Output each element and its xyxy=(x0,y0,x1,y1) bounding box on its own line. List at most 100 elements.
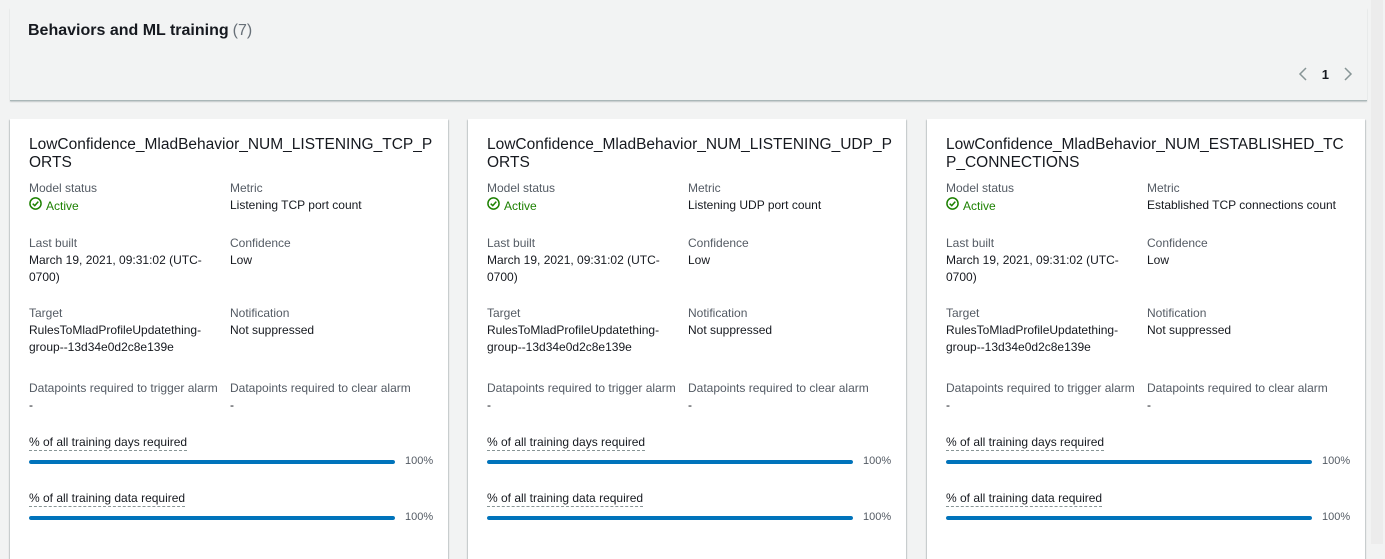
training-days-percent: 100% xyxy=(1322,455,1351,467)
datapoints-clear-value: - xyxy=(688,398,692,412)
training-data-progress xyxy=(487,516,853,520)
datapoints-clear-label: Datapoints required to clear alarm xyxy=(688,381,869,395)
last-built-value: March 19, 2021, 09:31:02 (UTC-0700) xyxy=(487,253,660,284)
training-data-progress-fill xyxy=(946,516,1312,520)
training-data-label[interactable]: % of all training data required xyxy=(29,491,186,507)
last-built-value: March 19, 2021, 09:31:02 (UTC-0700) xyxy=(946,253,1119,284)
datapoints-clear-value: - xyxy=(1147,398,1151,412)
target-label: Target xyxy=(29,306,63,320)
training-days-percent: 100% xyxy=(863,455,892,467)
check-circle-icon xyxy=(487,197,500,215)
section-count: (7) xyxy=(232,22,253,39)
training-days-progress-fill xyxy=(487,460,853,464)
scrollbar-thumb[interactable] xyxy=(1371,0,1383,544)
notification-label: Notification xyxy=(1147,306,1207,320)
model-status-field: Model status Active xyxy=(487,180,555,215)
behavior-card: LowConfidence_MladBehavior_NUM_ESTABLISH… xyxy=(927,119,1365,559)
notification-label: Notification xyxy=(688,306,748,320)
status-text: Active xyxy=(46,198,79,213)
datapoints-clear-field: Datapoints required to clear alarm - xyxy=(688,380,869,414)
training-days-progress-fill xyxy=(29,460,395,464)
training-days-label[interactable]: % of all training days required xyxy=(487,435,646,451)
target-field: Target RulesToMladProfileUpdatething-gro… xyxy=(29,305,225,356)
metric-label: Metric xyxy=(1147,181,1180,195)
confidence-label: Confidence xyxy=(1147,236,1208,250)
last-built-field: Last built March 19, 2021, 09:31:02 (UTC… xyxy=(29,235,219,286)
model-status-field: Model status Active xyxy=(29,180,97,215)
training-data-percent: 100% xyxy=(1322,511,1351,523)
section-title: Behaviors and ML training (7) xyxy=(28,22,252,40)
status-badge: Active xyxy=(29,197,97,215)
datapoints-trigger-label: Datapoints required to trigger alarm xyxy=(487,381,676,395)
datapoints-trigger-label: Datapoints required to trigger alarm xyxy=(946,381,1135,395)
last-built-field: Last built March 19, 2021, 09:31:02 (UTC… xyxy=(487,235,677,286)
notification-field: Notification Not suppressed xyxy=(688,305,772,339)
notification-value: Not suppressed xyxy=(1147,323,1232,337)
status-badge: Active xyxy=(946,197,1014,215)
target-value: RulesToMladProfileUpdatething-group--13d… xyxy=(487,323,660,354)
confidence-value: Low xyxy=(1147,253,1170,267)
training-days-progress xyxy=(29,460,395,464)
target-value: RulesToMladProfileUpdatething-group--13d… xyxy=(946,323,1119,354)
model-status-label: Model status xyxy=(946,181,1015,195)
model-status-label: Model status xyxy=(487,181,556,195)
datapoints-trigger-value: - xyxy=(487,398,491,412)
status-text: Active xyxy=(504,198,537,213)
check-circle-icon xyxy=(29,197,42,215)
datapoints-trigger-value: - xyxy=(29,398,33,412)
training-data-progress xyxy=(29,516,395,520)
confidence-field: Confidence Low xyxy=(688,235,749,269)
confidence-value: Low xyxy=(688,253,711,267)
training-days-label[interactable]: % of all training days required xyxy=(946,435,1105,451)
metric-label: Metric xyxy=(688,181,721,195)
datapoints-trigger-label: Datapoints required to trigger alarm xyxy=(29,381,218,395)
training-data-percent: 100% xyxy=(405,511,434,523)
behavior-card: LowConfidence_MladBehavior_NUM_LISTENING… xyxy=(468,119,906,559)
training-days-progress xyxy=(946,460,1312,464)
datapoints-trigger-field: Datapoints required to trigger alarm - xyxy=(487,380,692,414)
chevron-right-icon[interactable] xyxy=(1343,67,1353,82)
notification-value: Not suppressed xyxy=(688,323,773,337)
training-data-progress xyxy=(946,516,1312,520)
chevron-left-icon[interactable] xyxy=(1298,67,1308,82)
training-days-progress-fill xyxy=(946,460,1312,464)
target-field: Target RulesToMladProfileUpdatething-gro… xyxy=(487,305,683,356)
metric-label: Metric xyxy=(230,181,263,195)
last-built-field: Last built March 19, 2021, 09:31:02 (UTC… xyxy=(946,235,1136,286)
metric-field: Metric Listening TCP port count xyxy=(230,180,362,214)
card-title: LowConfidence_MladBehavior_NUM_LISTENING… xyxy=(487,136,892,171)
target-value: RulesToMladProfileUpdatething-group--13d… xyxy=(29,323,202,354)
last-built-label: Last built xyxy=(487,236,536,250)
section-title-text: Behaviors and ML training xyxy=(28,22,229,39)
training-data-progress-fill xyxy=(29,516,395,520)
card-title: LowConfidence_MladBehavior_NUM_ESTABLISH… xyxy=(946,136,1344,171)
datapoints-trigger-value: - xyxy=(946,398,950,412)
model-status-field: Model status Active xyxy=(946,180,1014,215)
notification-field: Notification Not suppressed xyxy=(1147,305,1231,339)
datapoints-clear-label: Datapoints required to clear alarm xyxy=(1147,381,1328,395)
metric-value: Listening TCP port count xyxy=(230,198,362,212)
training-data-percent: 100% xyxy=(863,511,892,523)
metric-value: Established TCP connections count xyxy=(1147,198,1337,212)
training-data-label[interactable]: % of all training data required xyxy=(487,491,644,507)
training-days-progress xyxy=(487,460,853,464)
training-days-label[interactable]: % of all training days required xyxy=(29,435,188,451)
status-badge: Active xyxy=(487,197,555,215)
metric-value: Listening UDP port count xyxy=(688,198,822,212)
metric-field: Metric Listening UDP port count xyxy=(688,180,821,214)
datapoints-clear-value: - xyxy=(230,398,234,412)
last-built-label: Last built xyxy=(29,236,78,250)
confidence-field: Confidence Low xyxy=(230,235,291,269)
page-number-button[interactable]: 1 xyxy=(1322,67,1329,82)
confidence-label: Confidence xyxy=(688,236,749,250)
section-header: Behaviors and ML training (7) 1 xyxy=(10,8,1367,101)
datapoints-trigger-field: Datapoints required to trigger alarm - xyxy=(946,380,1151,414)
training-data-progress-fill xyxy=(487,516,853,520)
notification-label: Notification xyxy=(230,306,290,320)
notification-field: Notification Not suppressed xyxy=(230,305,314,339)
target-label: Target xyxy=(946,306,980,320)
training-data-label[interactable]: % of all training data required xyxy=(946,491,1103,507)
confidence-field: Confidence Low xyxy=(1147,235,1208,269)
check-circle-icon xyxy=(946,197,959,215)
notification-value: Not suppressed xyxy=(230,323,315,337)
